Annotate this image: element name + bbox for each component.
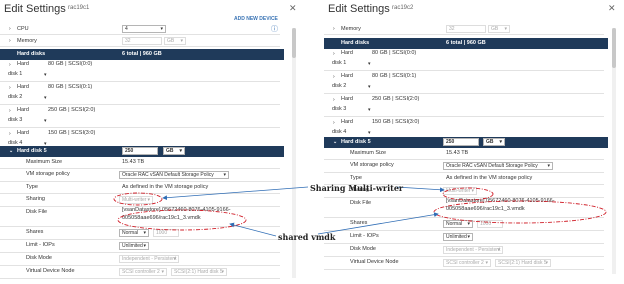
disk-file-highlight-right: [433, 200, 607, 224]
sharing-multi-writer-annotation: Sharing Multi-writer: [310, 183, 404, 193]
arrow-to-right-vmdk: [317, 212, 439, 235]
sharing-highlight-left: [113, 192, 163, 206]
arrow-to-left-vmdk: [229, 222, 277, 237]
arrow-to-right-sharing: [395, 186, 445, 193]
sharing-highlight-right: [442, 187, 494, 201]
disk-file-highlight-left: [117, 209, 247, 231]
arrow-to-left-sharing: [162, 186, 309, 201]
shared-vmdk-annotation: shared vmdk: [278, 232, 336, 242]
